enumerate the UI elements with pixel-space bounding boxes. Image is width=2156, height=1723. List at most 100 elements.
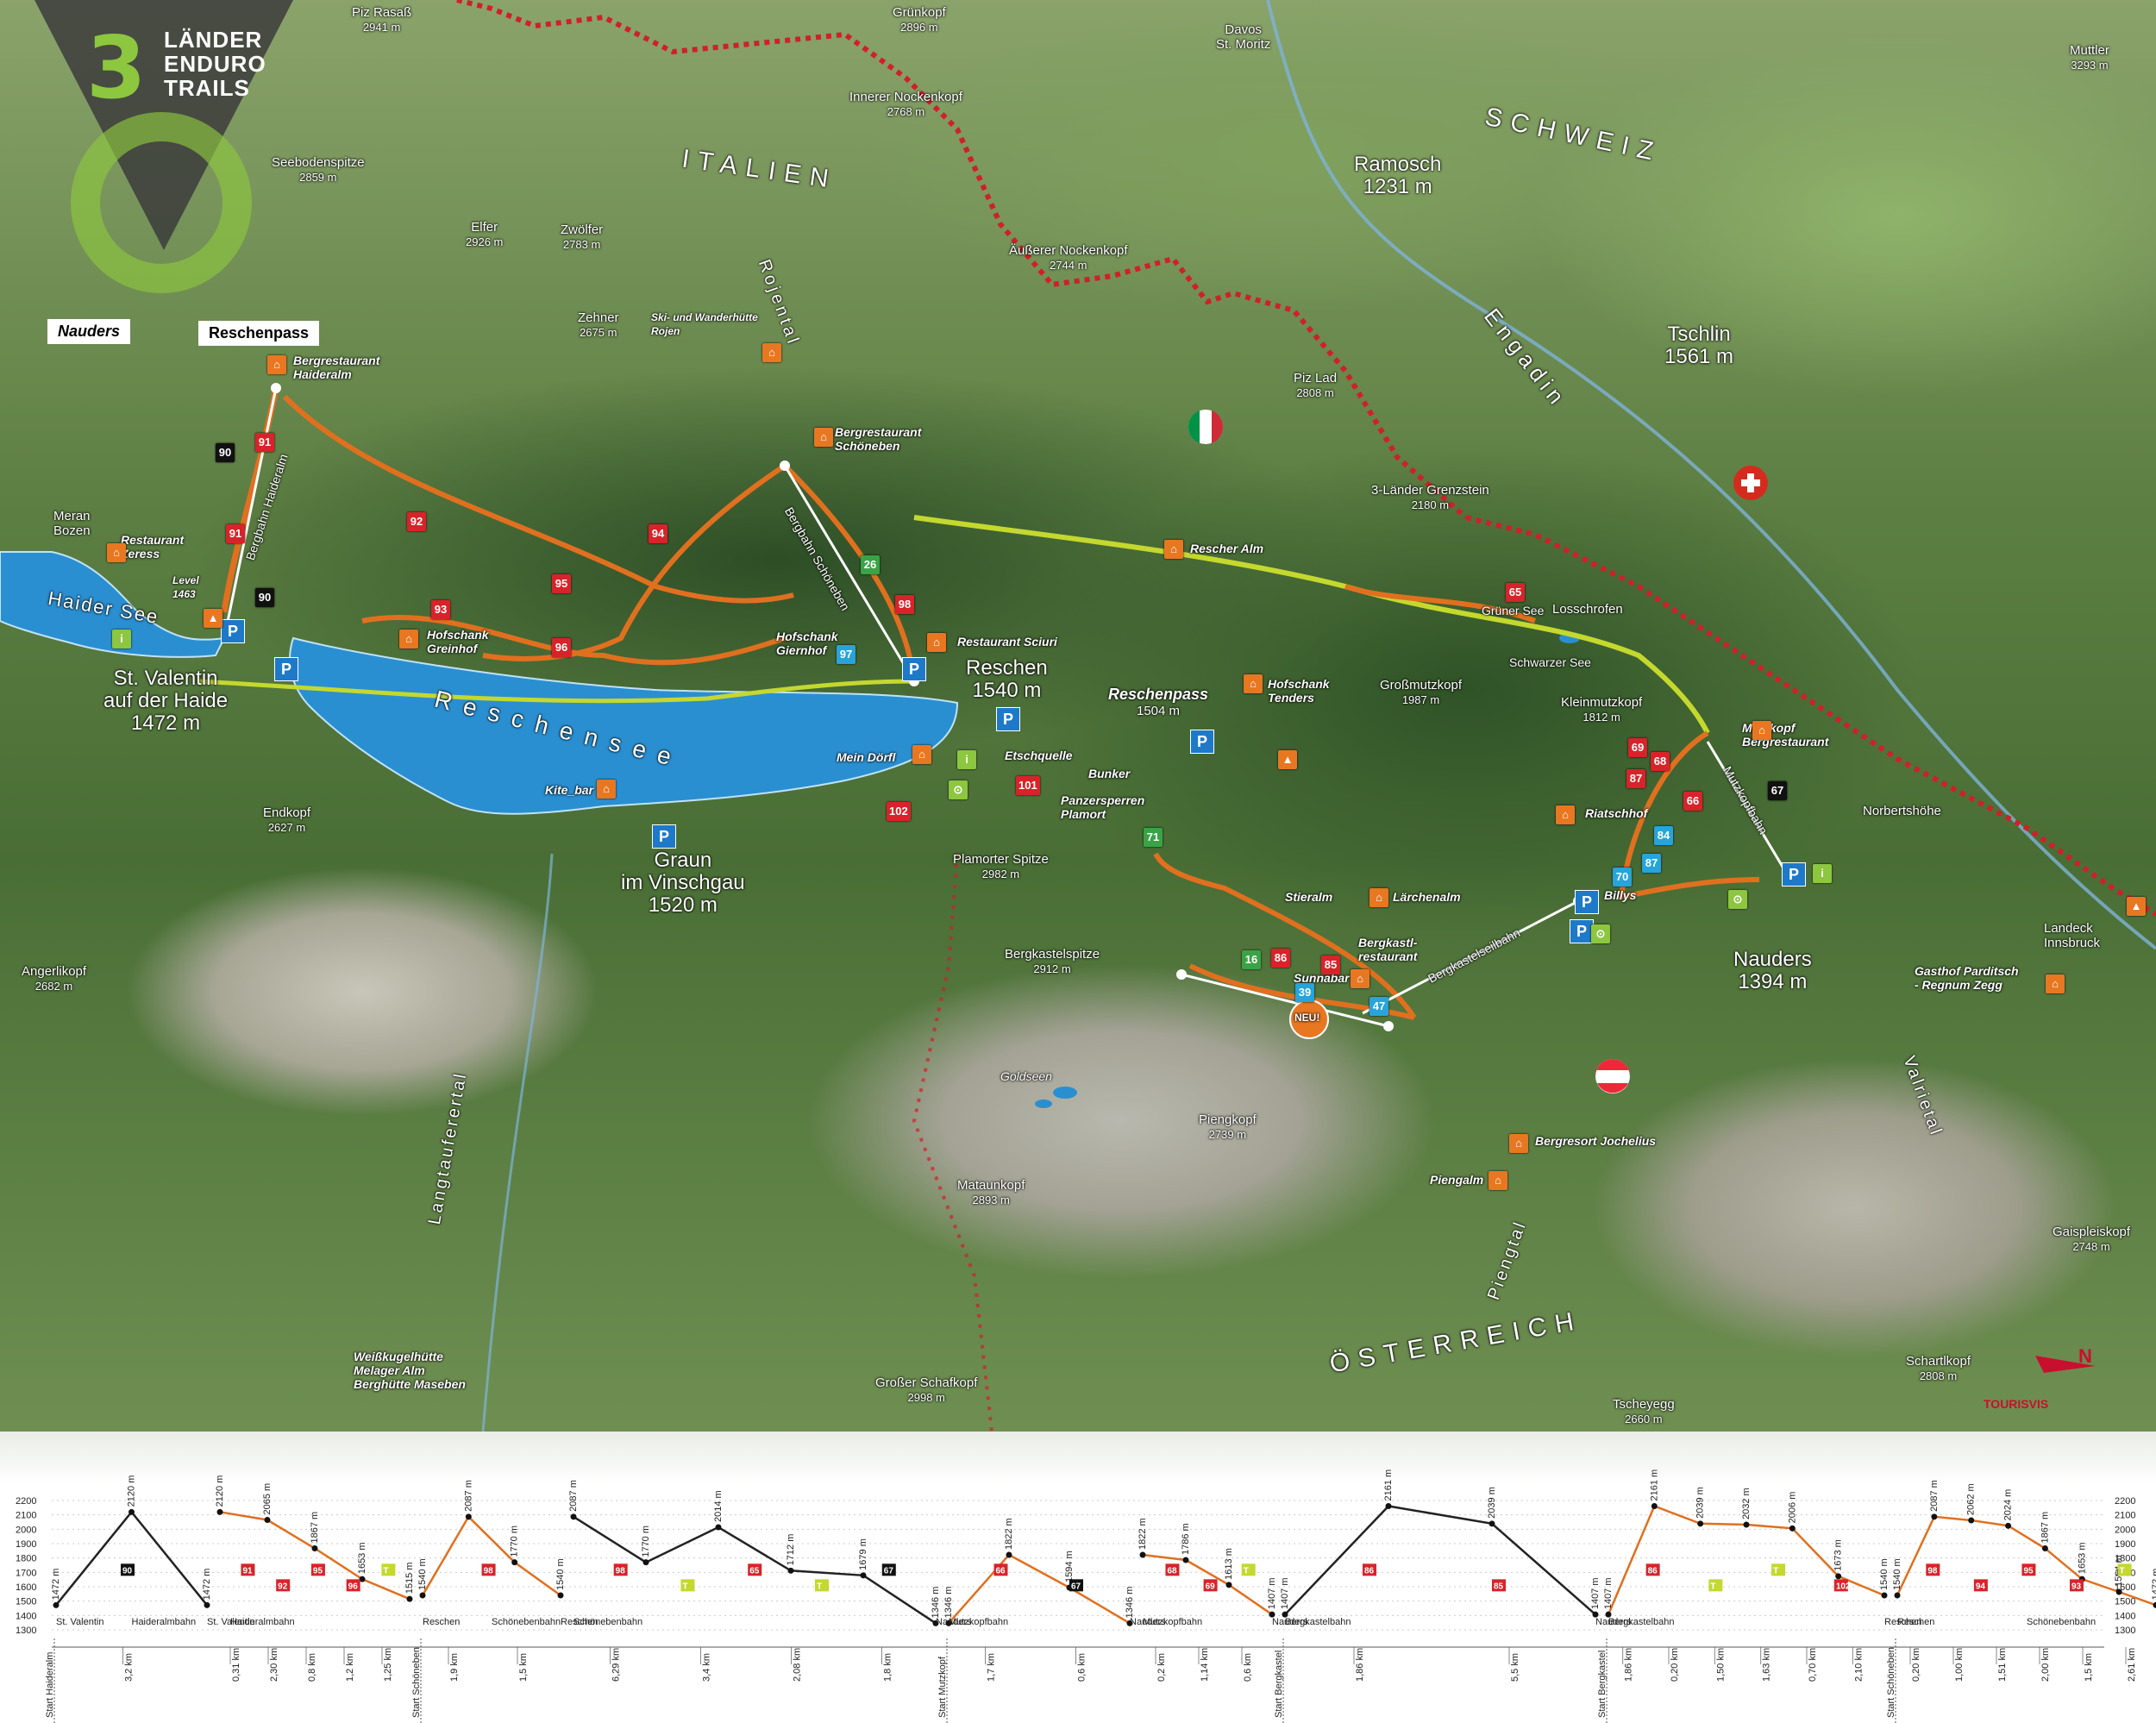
bike-icon: ⊙ xyxy=(949,780,968,799)
peak-alt: 2941 m xyxy=(362,21,401,34)
town-sub: im Vinschgau xyxy=(621,871,745,894)
profile-line xyxy=(421,1514,561,1597)
alt-tick-left: 2100 xyxy=(16,1511,36,1521)
hut-sciuri: Restaurant Sciuri xyxy=(957,635,1057,648)
profile-dist-label: 2,30 km xyxy=(269,1648,279,1682)
trail-badge[interactable]: 91 xyxy=(226,524,245,543)
trail-badge[interactable]: 87 xyxy=(1626,769,1645,788)
hut-icon: ⌂ xyxy=(1752,721,1771,740)
hut-bergkastel-restaurant: Bergkastl- restaurant xyxy=(1358,936,1418,963)
profile-alt-label: 2039 m xyxy=(1487,1487,1497,1519)
trail-badge[interactable]: 26 xyxy=(861,555,880,574)
town-reschen: Reschen 1540 m xyxy=(966,657,1048,702)
trail-badge[interactable]: 97 xyxy=(837,645,856,664)
profile-alt-label: 1346 m xyxy=(931,1587,941,1619)
hut-icon: ⌂ xyxy=(927,633,946,652)
hut-icon: ⌂ xyxy=(107,543,126,562)
profile-trail-tag-label: 98 xyxy=(616,1566,626,1576)
parking-icon: P xyxy=(1190,730,1214,754)
town-alt: 1472 m xyxy=(131,711,201,735)
profile-point xyxy=(1697,1520,1704,1527)
trail-badge[interactable]: 67 xyxy=(1768,781,1787,800)
profile-dist-label: 2,10 km xyxy=(1853,1648,1864,1682)
trail-badge[interactable]: 93 xyxy=(431,600,450,619)
peak-name: Piz Lad xyxy=(1294,371,1338,385)
peak-name: Gaispleiskopf xyxy=(2053,1225,2131,1239)
trail-badge[interactable]: 92 xyxy=(407,512,426,531)
trail-badge[interactable]: 68 xyxy=(1651,752,1670,771)
profile-point xyxy=(2153,1601,2156,1608)
trail-badge[interactable]: 95 xyxy=(552,574,571,593)
trail-badge[interactable]: 96 xyxy=(552,638,571,657)
profile-alt-label: 1472 m xyxy=(51,1569,61,1601)
peak-alt: 2859 m xyxy=(299,171,337,184)
trail-badge[interactable]: 87 xyxy=(1642,854,1661,873)
profile-alt-label: 2120 m xyxy=(215,1476,225,1507)
profile-point xyxy=(1789,1525,1796,1532)
trail-badge[interactable]: 94 xyxy=(649,524,667,543)
trail-badge[interactable]: 101 xyxy=(1016,776,1040,795)
profile-dist-label: 1,14 km xyxy=(1200,1648,1210,1682)
trail-badge[interactable]: 69 xyxy=(1628,738,1647,757)
profile-trail-tag-label: 96 xyxy=(348,1582,359,1591)
hut-icon: ⌂ xyxy=(1489,1171,1507,1190)
profile-dist-label: 1,51 km xyxy=(1997,1648,2008,1682)
trail-badge[interactable]: 86 xyxy=(1271,949,1290,968)
italy-flag-icon xyxy=(1188,410,1224,444)
alt-tick-left: 1900 xyxy=(16,1539,36,1550)
profile-start-label: Start Schöneben xyxy=(1886,1647,1896,1718)
trail-badge[interactable]: 16 xyxy=(1242,950,1261,969)
trail-badge[interactable]: 65 xyxy=(1506,583,1525,602)
town-name: Reschen xyxy=(966,656,1048,680)
trail-badge[interactable]: 98 xyxy=(895,595,914,614)
profile-trail-tag-label: 86 xyxy=(1648,1566,1658,1576)
profile-alt-label: 1540 m xyxy=(1879,1558,1890,1590)
profile-point xyxy=(1835,1573,1842,1580)
peak-name: Zehner xyxy=(578,310,619,325)
profile-trail-tag-label: 95 xyxy=(2023,1566,2034,1576)
trail-badge[interactable]: 66 xyxy=(1683,792,1702,811)
logo-line-1: LÄNDER xyxy=(164,27,263,53)
info-icon: i xyxy=(957,750,976,769)
profile-alt-label: 2087 m xyxy=(1929,1480,1940,1512)
profile-trail-tag-label: 93 xyxy=(2071,1582,2082,1591)
profile-dist-label: 3,4 km xyxy=(702,1653,712,1682)
parking-icon: P xyxy=(652,824,676,849)
town-alt: 1394 m xyxy=(1738,970,1808,993)
trail-badge[interactable]: 71 xyxy=(1144,828,1163,847)
profile-point xyxy=(642,1559,649,1566)
profile-point xyxy=(53,1601,60,1608)
peak-muttler: Muttler 3293 m xyxy=(2070,43,2109,72)
trail-badge[interactable]: 47 xyxy=(1369,997,1388,1016)
peak-name: Innerer Nockenkopf xyxy=(849,90,962,104)
trail-badge[interactable]: 85 xyxy=(1321,955,1340,974)
map-panel[interactable]: 3 LÄNDER ENDURO TRAILS Nauders Reschenpa… xyxy=(0,0,2156,1432)
peak-alt: 2783 m xyxy=(562,238,601,251)
alt-tick-left: 1700 xyxy=(16,1568,36,1578)
profile-station-label: Bergkastelbahn xyxy=(1285,1617,1351,1627)
trail-badge[interactable]: 102 xyxy=(887,802,911,821)
trail-badge[interactable]: 90 xyxy=(255,588,274,607)
peak-name: 3-Länder Grenzstein xyxy=(1371,483,1489,498)
profile-trail-tag-label: 66 xyxy=(996,1566,1006,1576)
place-meran: Meran Bozen xyxy=(53,509,91,538)
peak-angerlikopf: Angerlikopf 2682 m xyxy=(22,964,86,993)
profile-alt-label: 1822 m xyxy=(1004,1518,1014,1550)
trail-badge[interactable]: 90 xyxy=(216,443,235,462)
profile-svg: 2200 22002100 21002000 20001900 19001800 1800… xyxy=(16,1469,2156,1723)
north-label: N xyxy=(2078,1347,2092,1367)
profile-station-label: Haideralmbahn xyxy=(132,1617,197,1627)
trail-badge[interactable]: 84 xyxy=(1654,826,1673,845)
peak-alt: 3293 m xyxy=(2071,59,2109,72)
profile-trail-tag-label: T xyxy=(383,1566,388,1576)
profile-point xyxy=(2041,1545,2048,1551)
profile-alt-label: 1407 m xyxy=(1590,1577,1601,1609)
town-alt: 1520 m xyxy=(648,893,718,917)
profile-dist-label: 5,5 km xyxy=(1510,1653,1520,1682)
trail-badge[interactable]: 70 xyxy=(1613,868,1632,887)
trail-badge[interactable]: 39 xyxy=(1295,983,1314,1002)
profile-alt-label: 1653 m xyxy=(357,1542,367,1574)
logo-numeral: 3 xyxy=(86,17,147,118)
hut-billys: Billys xyxy=(1604,888,1637,902)
trail-badge[interactable]: 91 xyxy=(255,433,274,452)
